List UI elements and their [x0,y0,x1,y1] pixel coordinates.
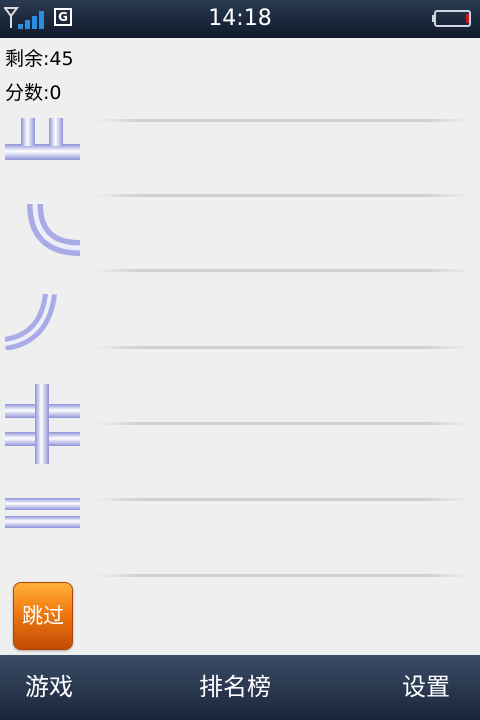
row-divider [96,346,470,349]
nav-leaderboard[interactable]: 排名榜 [199,655,271,720]
row-divider [96,498,470,501]
status-time: 14:18 [208,6,272,31]
skip-button[interactable]: 跳过 [13,582,73,650]
tee-pipe-icon[interactable] [5,118,80,168]
remaining-count: 剩余:45 [5,48,74,70]
curve-pipe-icon[interactable] [5,294,80,350]
nav-settings[interactable]: 设置 [402,655,450,720]
score-display: 分数:0 [5,82,62,104]
status-bar: G 14:18 [0,0,480,38]
row-divider [96,574,470,577]
game-board: 剩余:45 分数:0 [0,38,480,655]
cross-pipe-icon[interactable] [5,384,80,464]
row-divider [96,119,470,122]
straight-pipe-icon[interactable] [5,498,80,532]
row-divider [96,269,470,272]
nav-game[interactable]: 游戏 [25,655,73,720]
bottom-nav: 游戏 排名榜 设置 [0,655,480,720]
row-divider [96,194,470,197]
battery-low-icon [432,10,471,27]
row-divider [96,422,470,425]
curve-pipe-icon[interactable] [5,204,80,260]
